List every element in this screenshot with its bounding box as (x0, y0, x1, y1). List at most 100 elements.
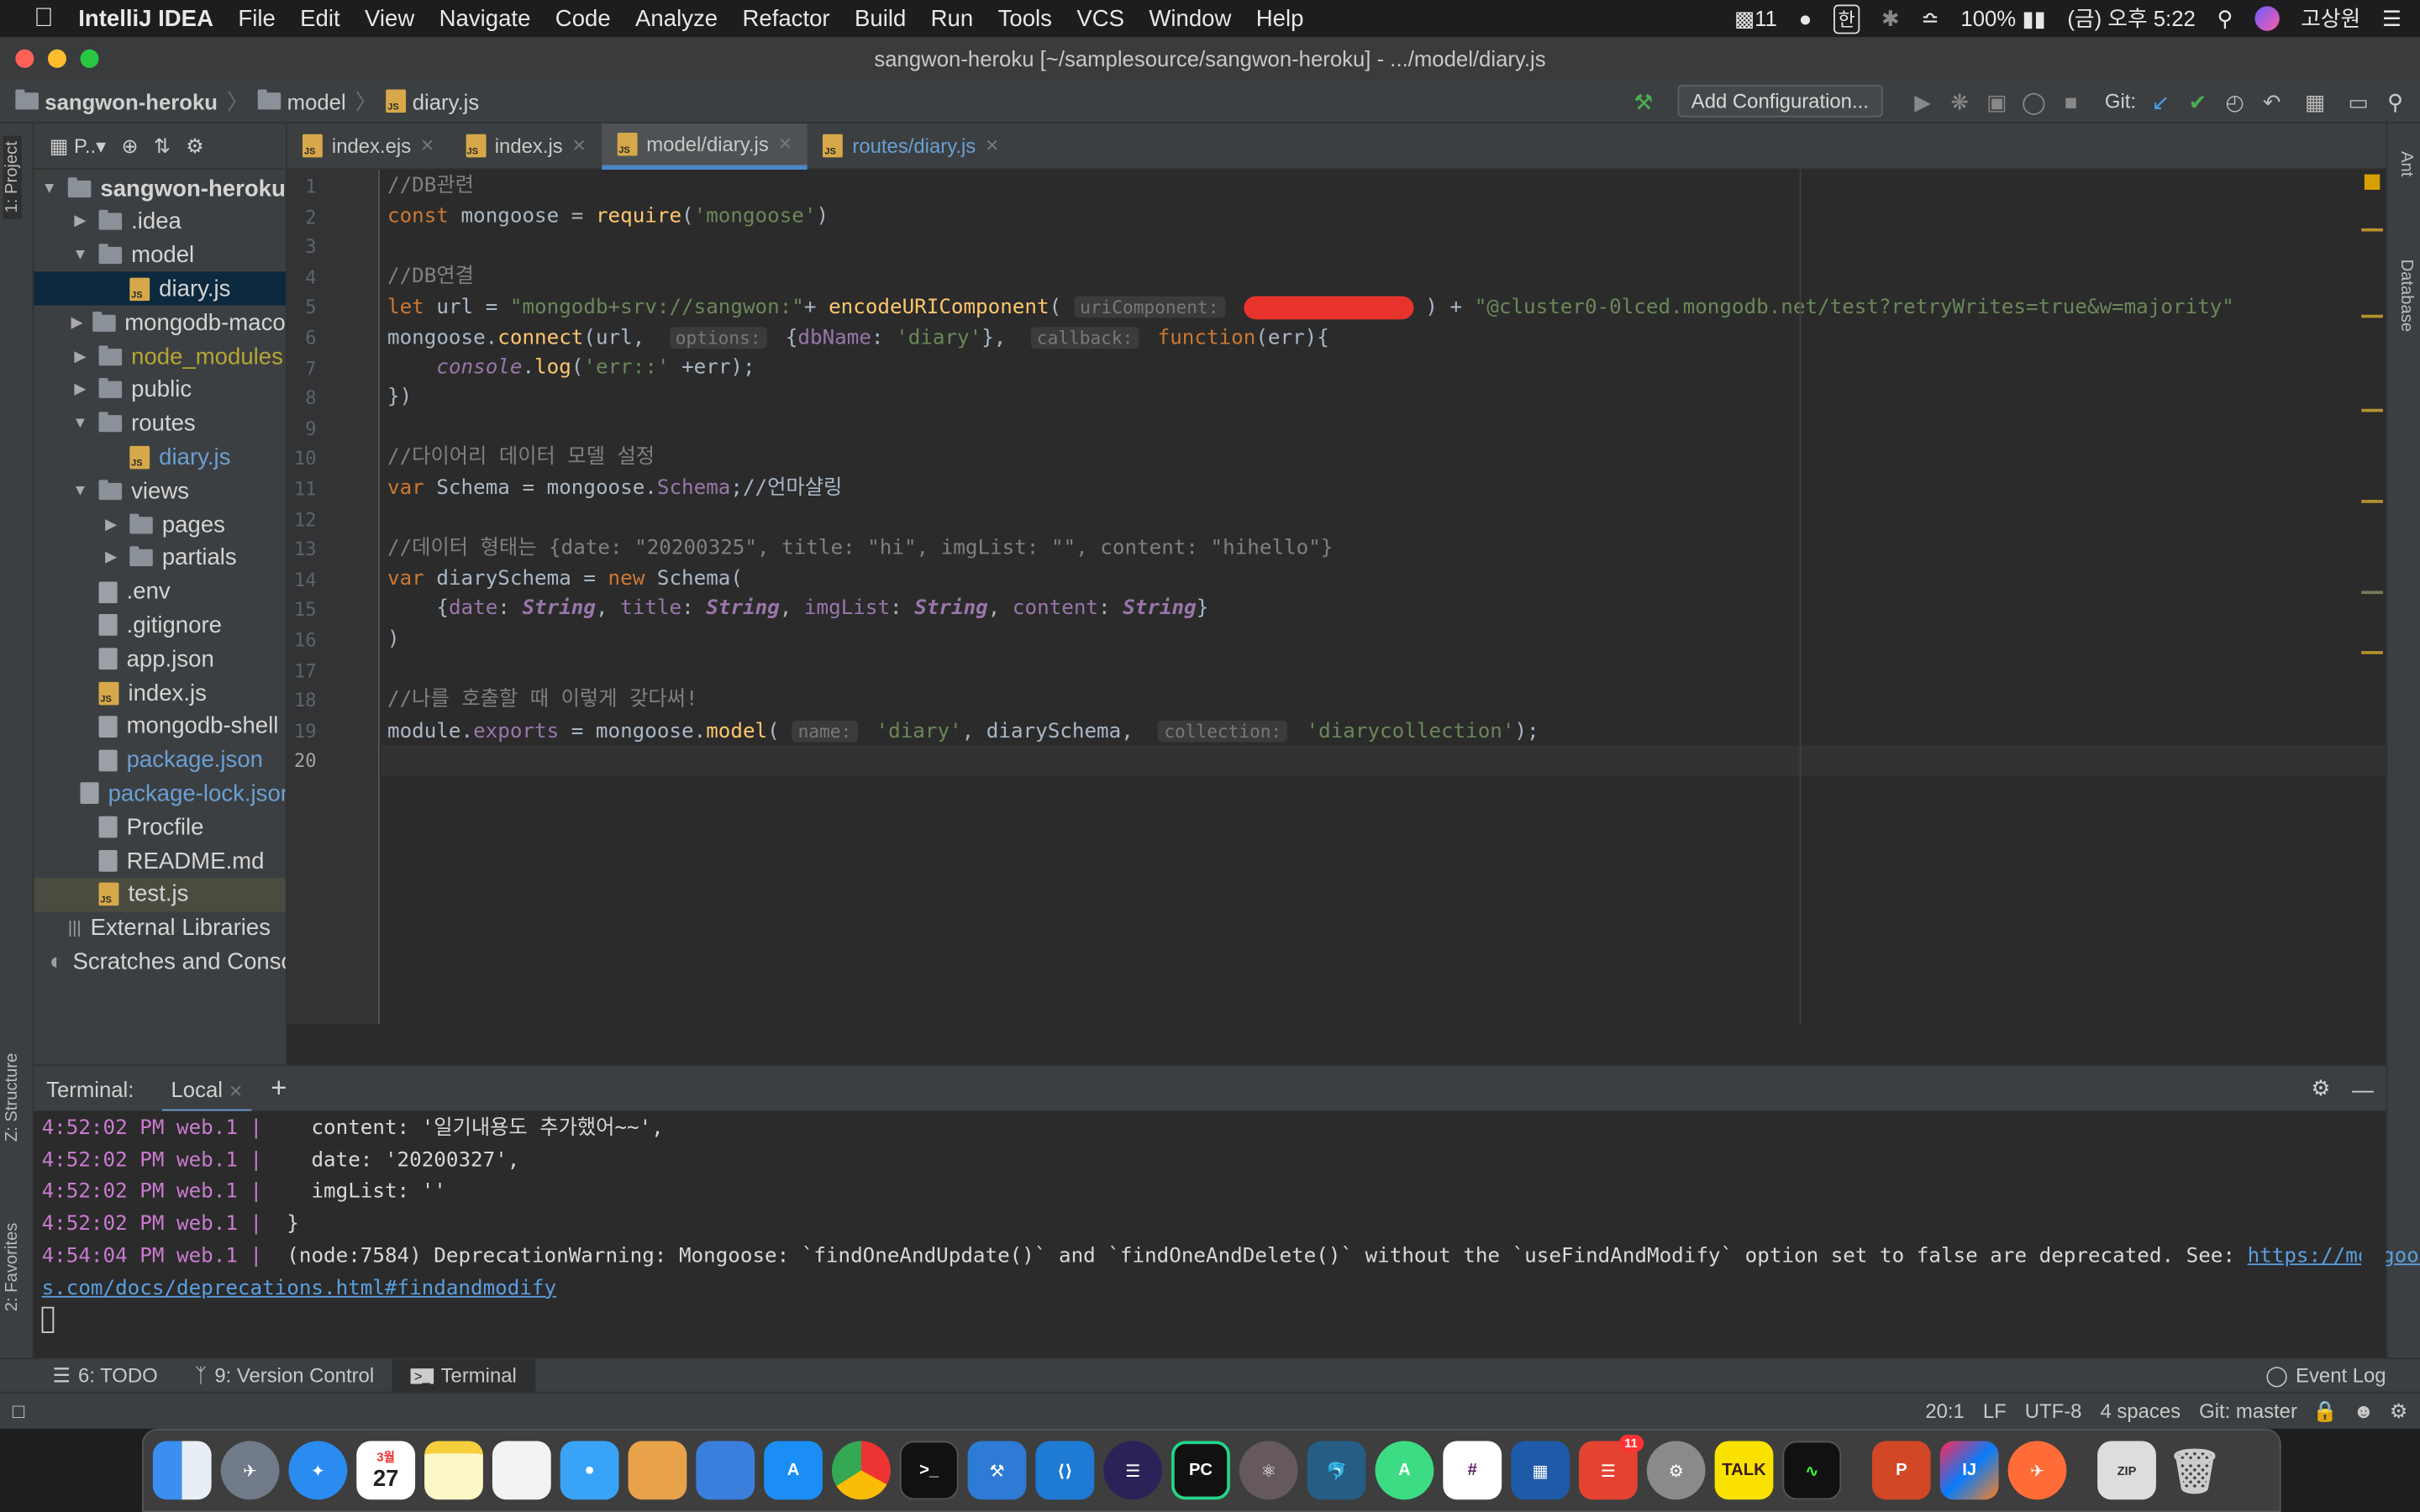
archive-utility-icon[interactable]: ZIP (2097, 1441, 2156, 1500)
terminal-cursor[interactable] (41, 1305, 55, 1336)
code-line[interactable]: {date: String, title: String, imgList: S… (387, 595, 1208, 626)
expanded-arrow-icon[interactable]: ▼ (71, 247, 89, 264)
code-line[interactable]: //다이어리 데이터 모델 설정 (387, 444, 655, 475)
preview-icon[interactable] (628, 1441, 687, 1500)
menu-analyze[interactable]: Analyze (623, 5, 729, 31)
tree-item[interactable]: ▶ .idea (34, 205, 285, 239)
tree-item[interactable]: Procfile (34, 811, 285, 844)
memory-indicator-icon[interactable]: ⚙ (2390, 1399, 2407, 1423)
inspection-status-icon[interactable] (2364, 174, 2381, 190)
tree-item[interactable]: ▶ node_modules (34, 339, 285, 373)
editor-tab[interactable]: model/diary.js ✕ (602, 123, 808, 170)
code-line[interactable]: ) (387, 625, 400, 656)
battery-status[interactable]: 100% ▮▮ (1960, 5, 2045, 31)
code-line[interactable]: module.exports = mongoose.model( name: '… (387, 716, 1539, 747)
locate-icon[interactable]: ⊕ (121, 134, 138, 158)
keynote-icon[interactable] (696, 1441, 755, 1500)
terminal-output[interactable]: 4:52:02 PM web.1 | content: '일기내용도 추가했어~… (34, 1110, 2420, 1355)
indent-setting[interactable]: 4 spaces (2101, 1399, 2181, 1423)
slack-icon[interactable]: # (1443, 1441, 1502, 1500)
log-link[interactable]: https://mongoosej (2248, 1245, 2420, 1268)
history-icon[interactable]: ◴ (2223, 89, 2247, 113)
file-encoding[interactable]: UTF-8 (2025, 1399, 2082, 1423)
close-tab-icon[interactable]: ✕ (572, 136, 587, 155)
collapsed-arrow-icon[interactable]: ▶ (71, 314, 82, 331)
expanded-arrow-icon[interactable]: ▼ (71, 482, 89, 499)
database-tool-tab[interactable]: Database (2396, 260, 2415, 332)
tree-item[interactable]: README.md (34, 844, 285, 878)
app-menu[interactable]: IntelliJ IDEA (66, 5, 226, 31)
minimize-window-button[interactable] (47, 49, 66, 68)
structure-tool-tab[interactable]: Z: Structure (3, 1053, 22, 1142)
expanded-arrow-icon[interactable]: ▼ (40, 180, 59, 197)
collapsed-arrow-icon[interactable]: ▶ (71, 213, 89, 230)
bluetooth-icon[interactable]: ✱ (1881, 5, 1900, 31)
run-icon[interactable]: ▶ (1910, 89, 1934, 113)
atom-icon[interactable]: ⚛ (1239, 1441, 1298, 1500)
menu-run[interactable]: Run (918, 5, 986, 31)
inspector-icon[interactable]: ☻ (2353, 1399, 2374, 1423)
tree-item[interactable]: ▼ views (34, 474, 285, 507)
messages-app-icon[interactable]: ● (560, 1441, 619, 1500)
collapsed-arrow-icon[interactable]: ▶ (102, 549, 120, 566)
eclipse-icon[interactable]: ☰ (1103, 1441, 1163, 1500)
menu-edit[interactable]: Edit (287, 5, 352, 31)
code-line[interactable]: //DB연결 (387, 262, 474, 293)
editor-tab[interactable]: index.ejs ✕ (287, 123, 450, 169)
warning-marker[interactable] (2361, 591, 2383, 595)
toggle-tool-windows-icon[interactable]: □ (13, 1399, 24, 1423)
close-tab-icon[interactable]: ✕ (778, 134, 792, 154)
rollback-icon[interactable]: ↶ (2260, 89, 2284, 113)
log-link[interactable]: s.com/docs/deprecations.html#findandmodi… (42, 1277, 556, 1300)
code-line[interactable]: const mongoose = require('mongoose') (387, 202, 829, 233)
tree-item[interactable]: ▼ model (34, 239, 285, 272)
tree-item[interactable]: ◐ Scratches and Consoles (34, 945, 286, 979)
tree-item[interactable]: ▼ routes (34, 407, 285, 440)
textedit-icon[interactable] (492, 1441, 551, 1500)
warning-marker[interactable] (2361, 314, 2383, 318)
collapsed-arrow-icon[interactable]: ▶ (71, 381, 89, 398)
tree-item[interactable]: mongodb-shell (34, 710, 285, 743)
build-hammer-icon[interactable]: ⚒ (1631, 89, 1655, 113)
warning-marker[interactable] (2361, 228, 2383, 232)
close-tab-icon[interactable]: ✕ (420, 136, 434, 155)
input-source[interactable]: 한 (1833, 3, 1860, 34)
code-line[interactable]: var Schema = mongoose.Schema;//언마샬링 (387, 474, 842, 505)
system-preferences-icon[interactable]: ⚙ (1646, 1441, 1706, 1500)
android-studio-icon[interactable]: A (1375, 1441, 1434, 1500)
notification-center-icon[interactable]: ☰ (2382, 5, 2402, 31)
virtualbox-icon[interactable]: ▦ (1511, 1441, 1570, 1500)
zoom-window-button[interactable] (80, 49, 99, 68)
code-line[interactable]: //데이터 형태는 {date: "20200325", title: "hi"… (387, 534, 1333, 565)
calendar-icon[interactable]: 3월 27 (356, 1441, 416, 1500)
wifi-icon[interactable]: ≏ (1921, 5, 1939, 31)
tree-item[interactable]: ▶ pages (34, 507, 285, 541)
notes-icon[interactable] (424, 1441, 483, 1500)
event-log-button[interactable]: ◯ Event Log (2247, 1358, 2405, 1392)
finder-icon[interactable] (152, 1441, 212, 1500)
tree-item[interactable]: ||| External Libraries (34, 911, 285, 945)
expanded-arrow-icon[interactable]: ▼ (71, 415, 89, 432)
menu-help[interactable]: Help (1244, 5, 1316, 31)
tree-item[interactable]: ▶ public (34, 373, 285, 407)
project-tool-tab[interactable]: 1: Project (3, 134, 22, 219)
menu-vcs[interactable]: VCS (1065, 5, 1137, 31)
collapse-all-icon[interactable]: ⇅ (154, 134, 171, 158)
clock[interactable]: (금) 오후 5:22 (2067, 3, 2195, 34)
code-line[interactable]: //나를 호출할 때 이렇게 갖다써! (387, 685, 697, 717)
search-icon[interactable]: ⚲ (2383, 89, 2407, 113)
tree-item[interactable]: test.js (34, 877, 286, 912)
powerpoint-icon[interactable]: P (1871, 1441, 1931, 1500)
vscode-icon[interactable]: ⟨⟩ (1035, 1441, 1095, 1500)
safari-icon[interactable]: ✦ (288, 1441, 348, 1500)
trash-icon[interactable]: 🗑 (2165, 1441, 2224, 1500)
tree-item[interactable]: package.json (34, 743, 285, 777)
spotlight-icon[interactable]: ⚲ (2217, 5, 2233, 31)
code-line[interactable]: mongoose.connect(url, options: {dbName: … (387, 323, 1329, 354)
menu-code[interactable]: Code (543, 5, 623, 31)
warning-marker[interactable] (2361, 500, 2383, 503)
code-editor[interactable]: //DB관련 const mongoose = require('mongoose… (381, 170, 2386, 1025)
collapsed-arrow-icon[interactable]: ▶ (102, 516, 120, 533)
breadcrumb-project[interactable]: sangwon-heroku (0, 89, 224, 113)
terminal-tool-button[interactable]: >_ Terminal (392, 1358, 535, 1393)
